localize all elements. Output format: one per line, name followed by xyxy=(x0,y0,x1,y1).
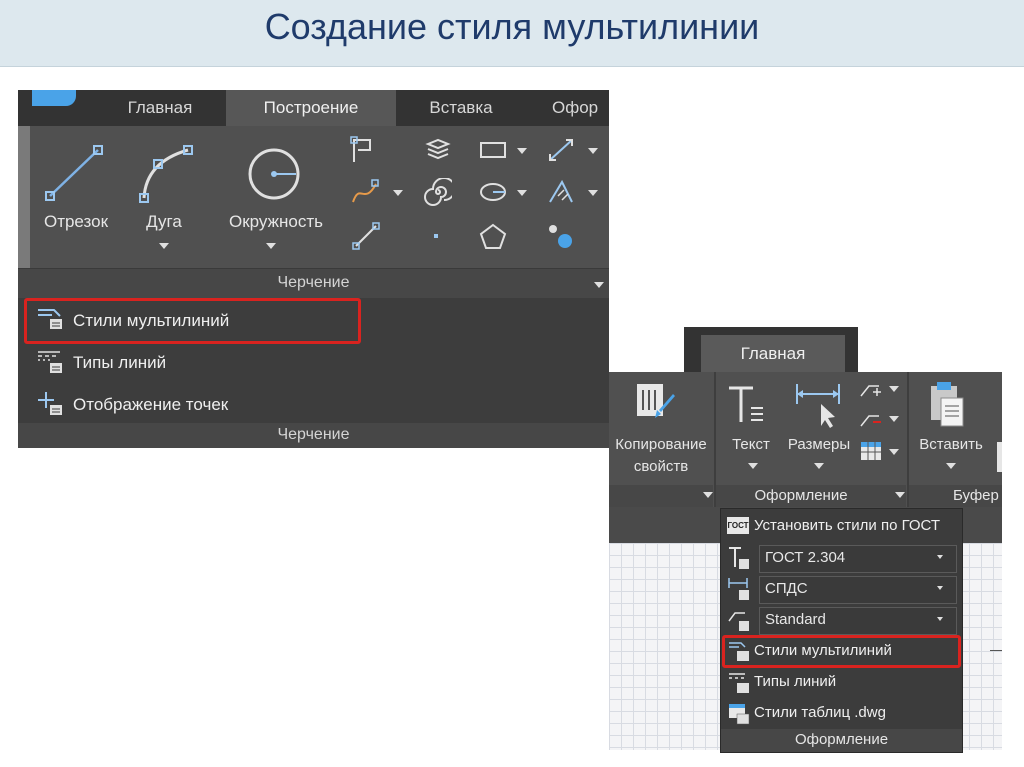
linetype-icon xyxy=(38,351,62,373)
tab-draw[interactable]: Построение xyxy=(226,90,396,126)
linetype-icon xyxy=(729,673,749,693)
app-logo xyxy=(32,90,76,106)
list-item-linetypes[interactable]: Типы линий xyxy=(73,353,166,373)
canvas-crosshair xyxy=(990,650,1002,651)
spline-icon[interactable] xyxy=(350,178,380,206)
dim-style-arrow[interactable] xyxy=(937,586,943,590)
arc-icon[interactable] xyxy=(128,142,200,206)
leader-style-icon xyxy=(728,612,749,631)
point-style-icon xyxy=(38,392,62,415)
tab-annotate[interactable]: Офор xyxy=(528,90,609,126)
point-icon[interactable] xyxy=(430,230,442,242)
leader-style-value: Standard xyxy=(765,611,826,628)
circle-dropdown-arrow[interactable] xyxy=(266,243,276,249)
hatch-dropdown-arrow[interactable] xyxy=(588,190,598,196)
ribbon-panel-draw: Главная Построение Вставка Офор Отрезок … xyxy=(18,90,609,448)
ellipse-icon[interactable] xyxy=(478,180,508,204)
leader-style-arrow[interactable] xyxy=(937,617,943,621)
construction-line-icon[interactable] xyxy=(546,136,576,164)
list-item-multiline-styles[interactable]: Стили мультилиний xyxy=(73,311,229,331)
draw-group-expand-arrow[interactable] xyxy=(594,282,604,288)
ribbon-next-sep xyxy=(997,442,1002,472)
gost-badge-icon: ГОСТ xyxy=(727,517,749,534)
table-styles-item[interactable]: Стили таблиц .dwg xyxy=(754,704,886,721)
circle-icon[interactable] xyxy=(240,142,312,206)
annotation-group-label: Оформление xyxy=(754,487,848,504)
text-button-label[interactable]: Текст xyxy=(721,436,781,453)
properties-group-bar xyxy=(609,485,713,507)
multiline-style-icon xyxy=(729,642,749,661)
tab-insert[interactable]: Вставка xyxy=(406,90,516,126)
layers-stack-icon[interactable] xyxy=(424,136,452,164)
annotation-group-arrow[interactable] xyxy=(895,492,905,498)
dimension-icon[interactable] xyxy=(793,382,843,428)
multileader-add-icon[interactable] xyxy=(857,378,883,400)
polygon-icon[interactable] xyxy=(478,222,508,250)
paste-button-label[interactable]: Вставить xyxy=(913,436,989,453)
text-style-value: ГОСТ 2.304 xyxy=(765,549,846,566)
text-dropdown-arrow[interactable] xyxy=(748,463,758,469)
line-icon[interactable] xyxy=(38,142,110,206)
paste-dropdown-arrow[interactable] xyxy=(946,463,956,469)
line-types-item[interactable]: Типы линий xyxy=(754,673,836,690)
spline-dropdown-arrow[interactable] xyxy=(393,190,403,196)
text-style-icon xyxy=(729,547,749,569)
annotation-expanded-panel: ГОСТ Установить стили по ГОСТ ГОСТ 2.304… xyxy=(720,508,963,753)
annotation-expanded-footer-label: Оформление xyxy=(794,731,889,748)
dimensions-dropdown-arrow[interactable] xyxy=(814,463,824,469)
dimensions-button-label[interactable]: Размеры xyxy=(779,436,859,453)
paste-icon[interactable] xyxy=(927,380,967,428)
multiline-icon[interactable] xyxy=(352,222,380,250)
tab-home[interactable]: Главная xyxy=(106,90,214,126)
dim-style-icon xyxy=(728,578,749,600)
match-properties-icon[interactable] xyxy=(635,380,675,424)
draw-group-label: Черчение xyxy=(277,274,350,291)
table-dropdown-arrow[interactable] xyxy=(889,449,899,455)
draw-expanded-footer-label: Черчение xyxy=(277,426,350,443)
helix-icon[interactable] xyxy=(424,178,452,206)
match-properties-label-2[interactable]: свойств xyxy=(609,458,713,475)
rectangle-dropdown-arrow[interactable] xyxy=(517,148,527,154)
polyline-icon[interactable] xyxy=(350,136,376,164)
arc-dropdown-arrow[interactable] xyxy=(159,243,169,249)
multileader-remove-icon[interactable] xyxy=(857,408,883,430)
arc-button-label[interactable]: Дуга xyxy=(128,212,200,232)
ribbon2-body: Копирование свойств Текст Размеры Оформл… xyxy=(609,372,1002,507)
set-gost-styles-item[interactable]: Установить стили по ГОСТ xyxy=(754,517,940,534)
match-properties-label-1[interactable]: Копирование xyxy=(609,436,713,453)
multileader-add-arrow[interactable] xyxy=(889,386,899,392)
ellipse-dropdown-arrow[interactable] xyxy=(517,190,527,196)
hatch-icon[interactable] xyxy=(546,178,576,206)
clipboard-group-label: Буфер xyxy=(953,487,999,504)
table-style-icon xyxy=(729,704,750,725)
text-style-arrow[interactable] xyxy=(937,555,943,559)
list-item-point-style[interactable]: Отображение точек xyxy=(73,395,228,415)
tab-home-2[interactable]: Главная xyxy=(701,335,845,372)
properties-group-arrow[interactable] xyxy=(703,492,713,498)
circle-button-label[interactable]: Окружность xyxy=(214,212,338,232)
dim-style-value: СПДС xyxy=(765,580,808,597)
multileader-remove-arrow[interactable] xyxy=(889,416,899,422)
region-icon[interactable] xyxy=(546,222,576,250)
mline-styles-item[interactable]: Стили мультилиний xyxy=(754,642,892,659)
table-icon[interactable] xyxy=(859,440,883,462)
text-icon[interactable] xyxy=(725,382,767,428)
multiline-style-icon xyxy=(38,309,62,329)
line-button-label[interactable]: Отрезок xyxy=(28,212,124,232)
slide-title: Создание стиля мультилинии xyxy=(264,6,760,47)
rectangle-icon[interactable] xyxy=(478,138,508,162)
construction-dropdown-arrow[interactable] xyxy=(588,148,598,154)
